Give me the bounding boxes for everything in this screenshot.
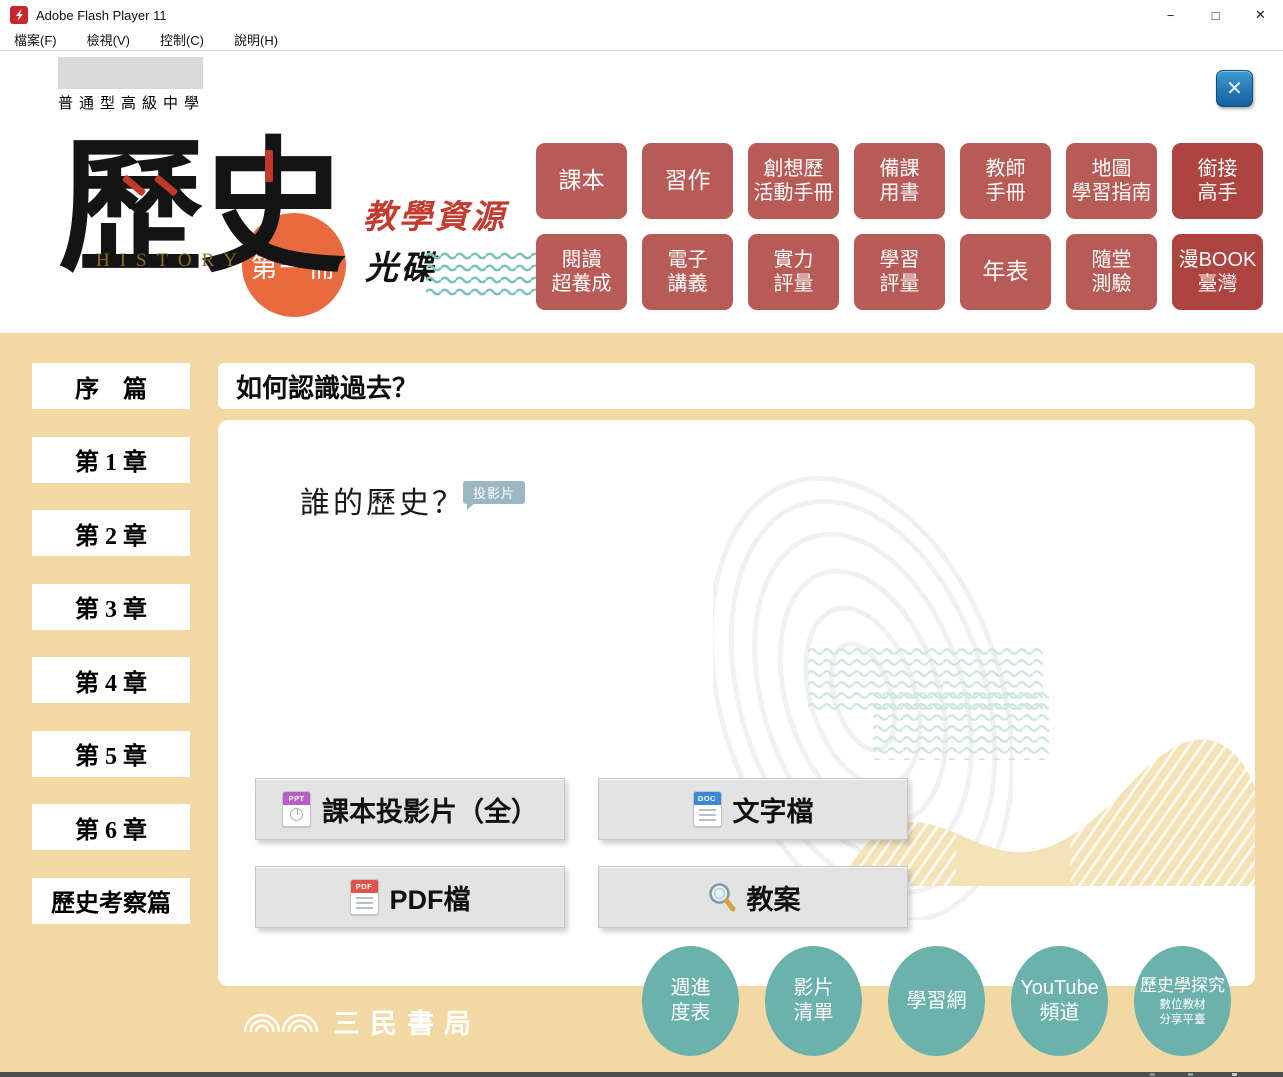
resource-button[interactable]: 習作 — [642, 143, 733, 219]
school-logo-placeholder — [58, 57, 203, 89]
resource-title: 教學資源 — [363, 190, 507, 238]
file-type-badge: DOC — [694, 792, 721, 805]
resource-button[interactable]: 年表 — [960, 234, 1051, 310]
action-button[interactable]: PDF PDF檔 — [255, 866, 565, 928]
resource-button[interactable]: 電子 講義 — [642, 234, 733, 310]
taskbar-edge — [0, 1072, 1283, 1077]
chapter-button[interactable]: 第 6 章 — [32, 804, 190, 850]
chapter-button[interactable]: 歷史考察篇 — [32, 878, 190, 924]
file-body-glyph — [699, 809, 716, 822]
quick-link-label: 影片 清單 — [794, 976, 834, 1026]
chapter-button[interactable]: 第 5 章 — [32, 731, 190, 777]
file-body-glyph — [290, 808, 303, 821]
maximize-button[interactable]: □ — [1193, 0, 1238, 30]
resource-button[interactable]: 銜接 高手 — [1172, 143, 1263, 219]
content-panel: 誰的歷史？ 投影片 PPT 課本投影片（全） DOC 文字檔 PDF PDF檔 教案 — [218, 420, 1255, 986]
history-logo-subtitle: HISTORY — [96, 250, 247, 272]
ppt-file-icon: PPT — [282, 791, 311, 827]
resource-button[interactable]: 課本 — [536, 143, 627, 219]
resource-button[interactable]: 創想歷 活動手冊 — [748, 143, 839, 219]
file-body-glyph — [356, 897, 373, 910]
resource-button[interactable]: 備課 用書 — [854, 143, 945, 219]
action-button-label: 教案 — [747, 878, 801, 917]
quick-link-label: 週進 度表 — [671, 976, 711, 1026]
pdf-file-icon: PDF — [350, 879, 379, 915]
school-type-label: 普通型高級中學 — [58, 92, 205, 113]
resource-button[interactable]: 隨堂 測驗 — [1066, 234, 1157, 310]
doc-file-icon: DOC — [693, 791, 722, 827]
quick-link-label: YouTube 頻道 — [1020, 976, 1099, 1026]
resource-button[interactable]: 地圖 學習指南 — [1066, 143, 1157, 219]
file-type-badge: PDF — [351, 880, 378, 893]
window-close-button[interactable]: ✕ — [1238, 0, 1283, 30]
wave-pattern-decoration — [426, 250, 542, 300]
menu-item-1[interactable]: 檔案(F) — [10, 30, 61, 49]
resource-button-grid: 課本習作創想歷 活動手冊備課 用書教師 手冊地圖 學習指南銜接 高手閱讀 超養成… — [536, 143, 1263, 310]
magnifier-icon — [706, 881, 736, 913]
action-button[interactable]: DOC 文字檔 — [598, 778, 908, 840]
chapter-button[interactable]: 第 2 章 — [32, 510, 190, 556]
quick-link-sublabel: 數位教材 分享平臺 — [1160, 998, 1206, 1027]
quick-link-label: 學習網 — [907, 989, 967, 1014]
chapter-sidebar: 序 篇第 1 章第 2 章第 3 章第 4 章第 5 章第 6 章歷史考察篇 — [32, 363, 190, 951]
resource-button[interactable]: 實力 評量 — [748, 234, 839, 310]
action-button-group: PPT 課本投影片（全） DOC 文字檔 PDF PDF檔 教案 — [255, 778, 908, 928]
window-title: Adobe Flash Player 11 — [36, 8, 167, 23]
resource-button[interactable]: 漫BOOK 臺灣 — [1172, 234, 1263, 310]
action-button-label: 課本投影片（全） — [322, 790, 538, 829]
section-title-bar: 如何認識過去？ — [218, 363, 1255, 409]
action-button[interactable]: PPT 課本投影片（全） — [255, 778, 565, 840]
chapter-button[interactable]: 第 4 章 — [32, 657, 190, 703]
chapter-button[interactable]: 序 篇 — [32, 363, 190, 409]
publisher-name: 三民書局 — [333, 998, 481, 1041]
section-title: 如何認識過去？ — [236, 368, 418, 405]
menu-item-4[interactable]: 說明(H) — [230, 30, 282, 49]
minimize-button[interactable]: − — [1148, 0, 1193, 30]
menu-item-3[interactable]: 控制(C) — [156, 30, 208, 49]
menu-bar: 檔案(F) 檢視(V) 控制(C) 說明(H) — [0, 29, 1283, 51]
quick-links: 週進 度表影片 清單學習網YouTube 頻道歷史學探究數位教材 分享平臺 — [642, 946, 1231, 1056]
quick-link-circle[interactable]: 學習網 — [888, 946, 985, 1056]
publisher-logo: 三民書局 — [243, 998, 481, 1041]
taskbar-edge-detail — [1232, 1073, 1237, 1076]
publisher-arches-icon — [243, 1008, 321, 1032]
quick-link-circle[interactable]: YouTube 頻道 — [1011, 946, 1108, 1056]
app-close-button[interactable]: ✕ — [1216, 70, 1253, 107]
flash-player-icon — [10, 6, 28, 24]
taskbar-edge-detail — [1188, 1073, 1193, 1076]
action-button[interactable]: 教案 — [598, 866, 908, 928]
slides-tag: 投影片 — [463, 481, 525, 504]
file-type-badge: PPT — [283, 792, 310, 805]
menu-item-2[interactable]: 檢視(V) — [83, 30, 134, 49]
quick-link-circle[interactable]: 週進 度表 — [642, 946, 739, 1056]
resource-button[interactable]: 教師 手冊 — [960, 143, 1051, 219]
quick-link-circle[interactable]: 影片 清單 — [765, 946, 862, 1056]
action-button-label: PDF檔 — [390, 878, 471, 917]
resource-button[interactable]: 學習 評量 — [854, 234, 945, 310]
topic-label: 誰的歷史？ — [300, 478, 465, 522]
wave-pattern-decoration — [808, 646, 1043, 712]
resource-button[interactable]: 閱讀 超養成 — [536, 234, 627, 310]
wave-pattern-decoration — [873, 690, 1049, 760]
logo-red-accent — [265, 150, 273, 182]
quick-link-label: 歷史學探究 — [1140, 975, 1225, 996]
chapter-button[interactable]: 第 3 章 — [32, 584, 190, 630]
title-bar: Adobe Flash Player 11 − □ ✕ — [0, 0, 1283, 30]
chapter-button[interactable]: 第 1 章 — [32, 437, 190, 483]
quick-link-circle[interactable]: 歷史學探究數位教材 分享平臺 — [1134, 946, 1231, 1056]
action-button-label: 文字檔 — [733, 790, 814, 829]
taskbar-edge-detail — [1150, 1073, 1155, 1076]
